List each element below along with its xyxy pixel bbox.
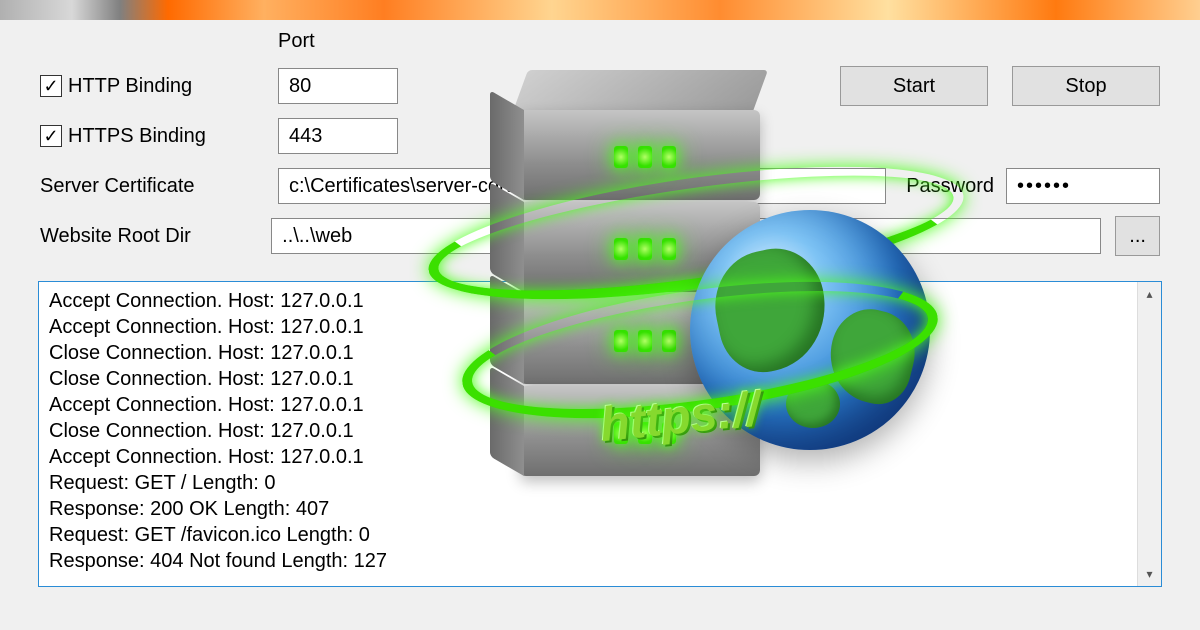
window-title-strip <box>0 0 1200 20</box>
log-line: Close Connection. Host: 127.0.0.1 <box>49 418 1127 444</box>
port-column-header: Port <box>278 30 1160 53</box>
log-line: Accept Connection. Host: 127.0.0.1 <box>49 392 1127 418</box>
http-binding-label: HTTP Binding <box>68 75 192 98</box>
stop-button[interactable]: Stop <box>1012 66 1160 106</box>
scroll-down-icon[interactable]: ▾ <box>1138 562 1161 586</box>
http-binding-checkbox[interactable]: ✓ <box>40 75 62 97</box>
https-binding-label: HTTPS Binding <box>68 125 206 148</box>
log-scrollbar[interactable]: ▴ ▾ <box>1137 282 1161 586</box>
log-line: Close Connection. Host: 127.0.0.1 <box>49 340 1127 366</box>
log-line: Response: 404 Not found Length: 127 <box>49 548 1127 574</box>
log-output: Accept Connection. Host: 127.0.0.1 Accep… <box>38 281 1162 587</box>
website-root-dir-label: Website Root Dir <box>40 225 191 248</box>
log-line: Accept Connection. Host: 127.0.0.1 <box>49 288 1127 314</box>
log-line: Accept Connection. Host: 127.0.0.1 <box>49 314 1127 340</box>
log-line: Response: 200 OK Length: 407 <box>49 496 1127 522</box>
http-port-input[interactable] <box>278 68 398 104</box>
log-line: Close Connection. Host: 127.0.0.1 <box>49 366 1127 392</box>
log-line: Request: GET / Length: 0 <box>49 470 1127 496</box>
server-certificate-label: Server Certificate <box>40 175 195 198</box>
https-port-input[interactable] <box>278 118 398 154</box>
server-certificate-input[interactable] <box>278 168 886 204</box>
website-root-dir-input[interactable] <box>271 218 1101 254</box>
config-panel: Port ✓ HTTP Binding Start Stop ✓ HTTPS B… <box>0 20 1200 261</box>
password-input[interactable] <box>1006 168 1160 204</box>
log-text-area[interactable]: Accept Connection. Host: 127.0.0.1 Accep… <box>39 282 1137 586</box>
browse-button[interactable]: ... <box>1115 216 1160 256</box>
start-button[interactable]: Start <box>840 66 988 106</box>
password-label: Password <box>906 175 1006 198</box>
scroll-up-icon[interactable]: ▴ <box>1138 282 1161 306</box>
log-line: Request: GET /favicon.ico Length: 0 <box>49 522 1127 548</box>
https-binding-checkbox[interactable]: ✓ <box>40 125 62 147</box>
log-line: Accept Connection. Host: 127.0.0.1 <box>49 444 1127 470</box>
